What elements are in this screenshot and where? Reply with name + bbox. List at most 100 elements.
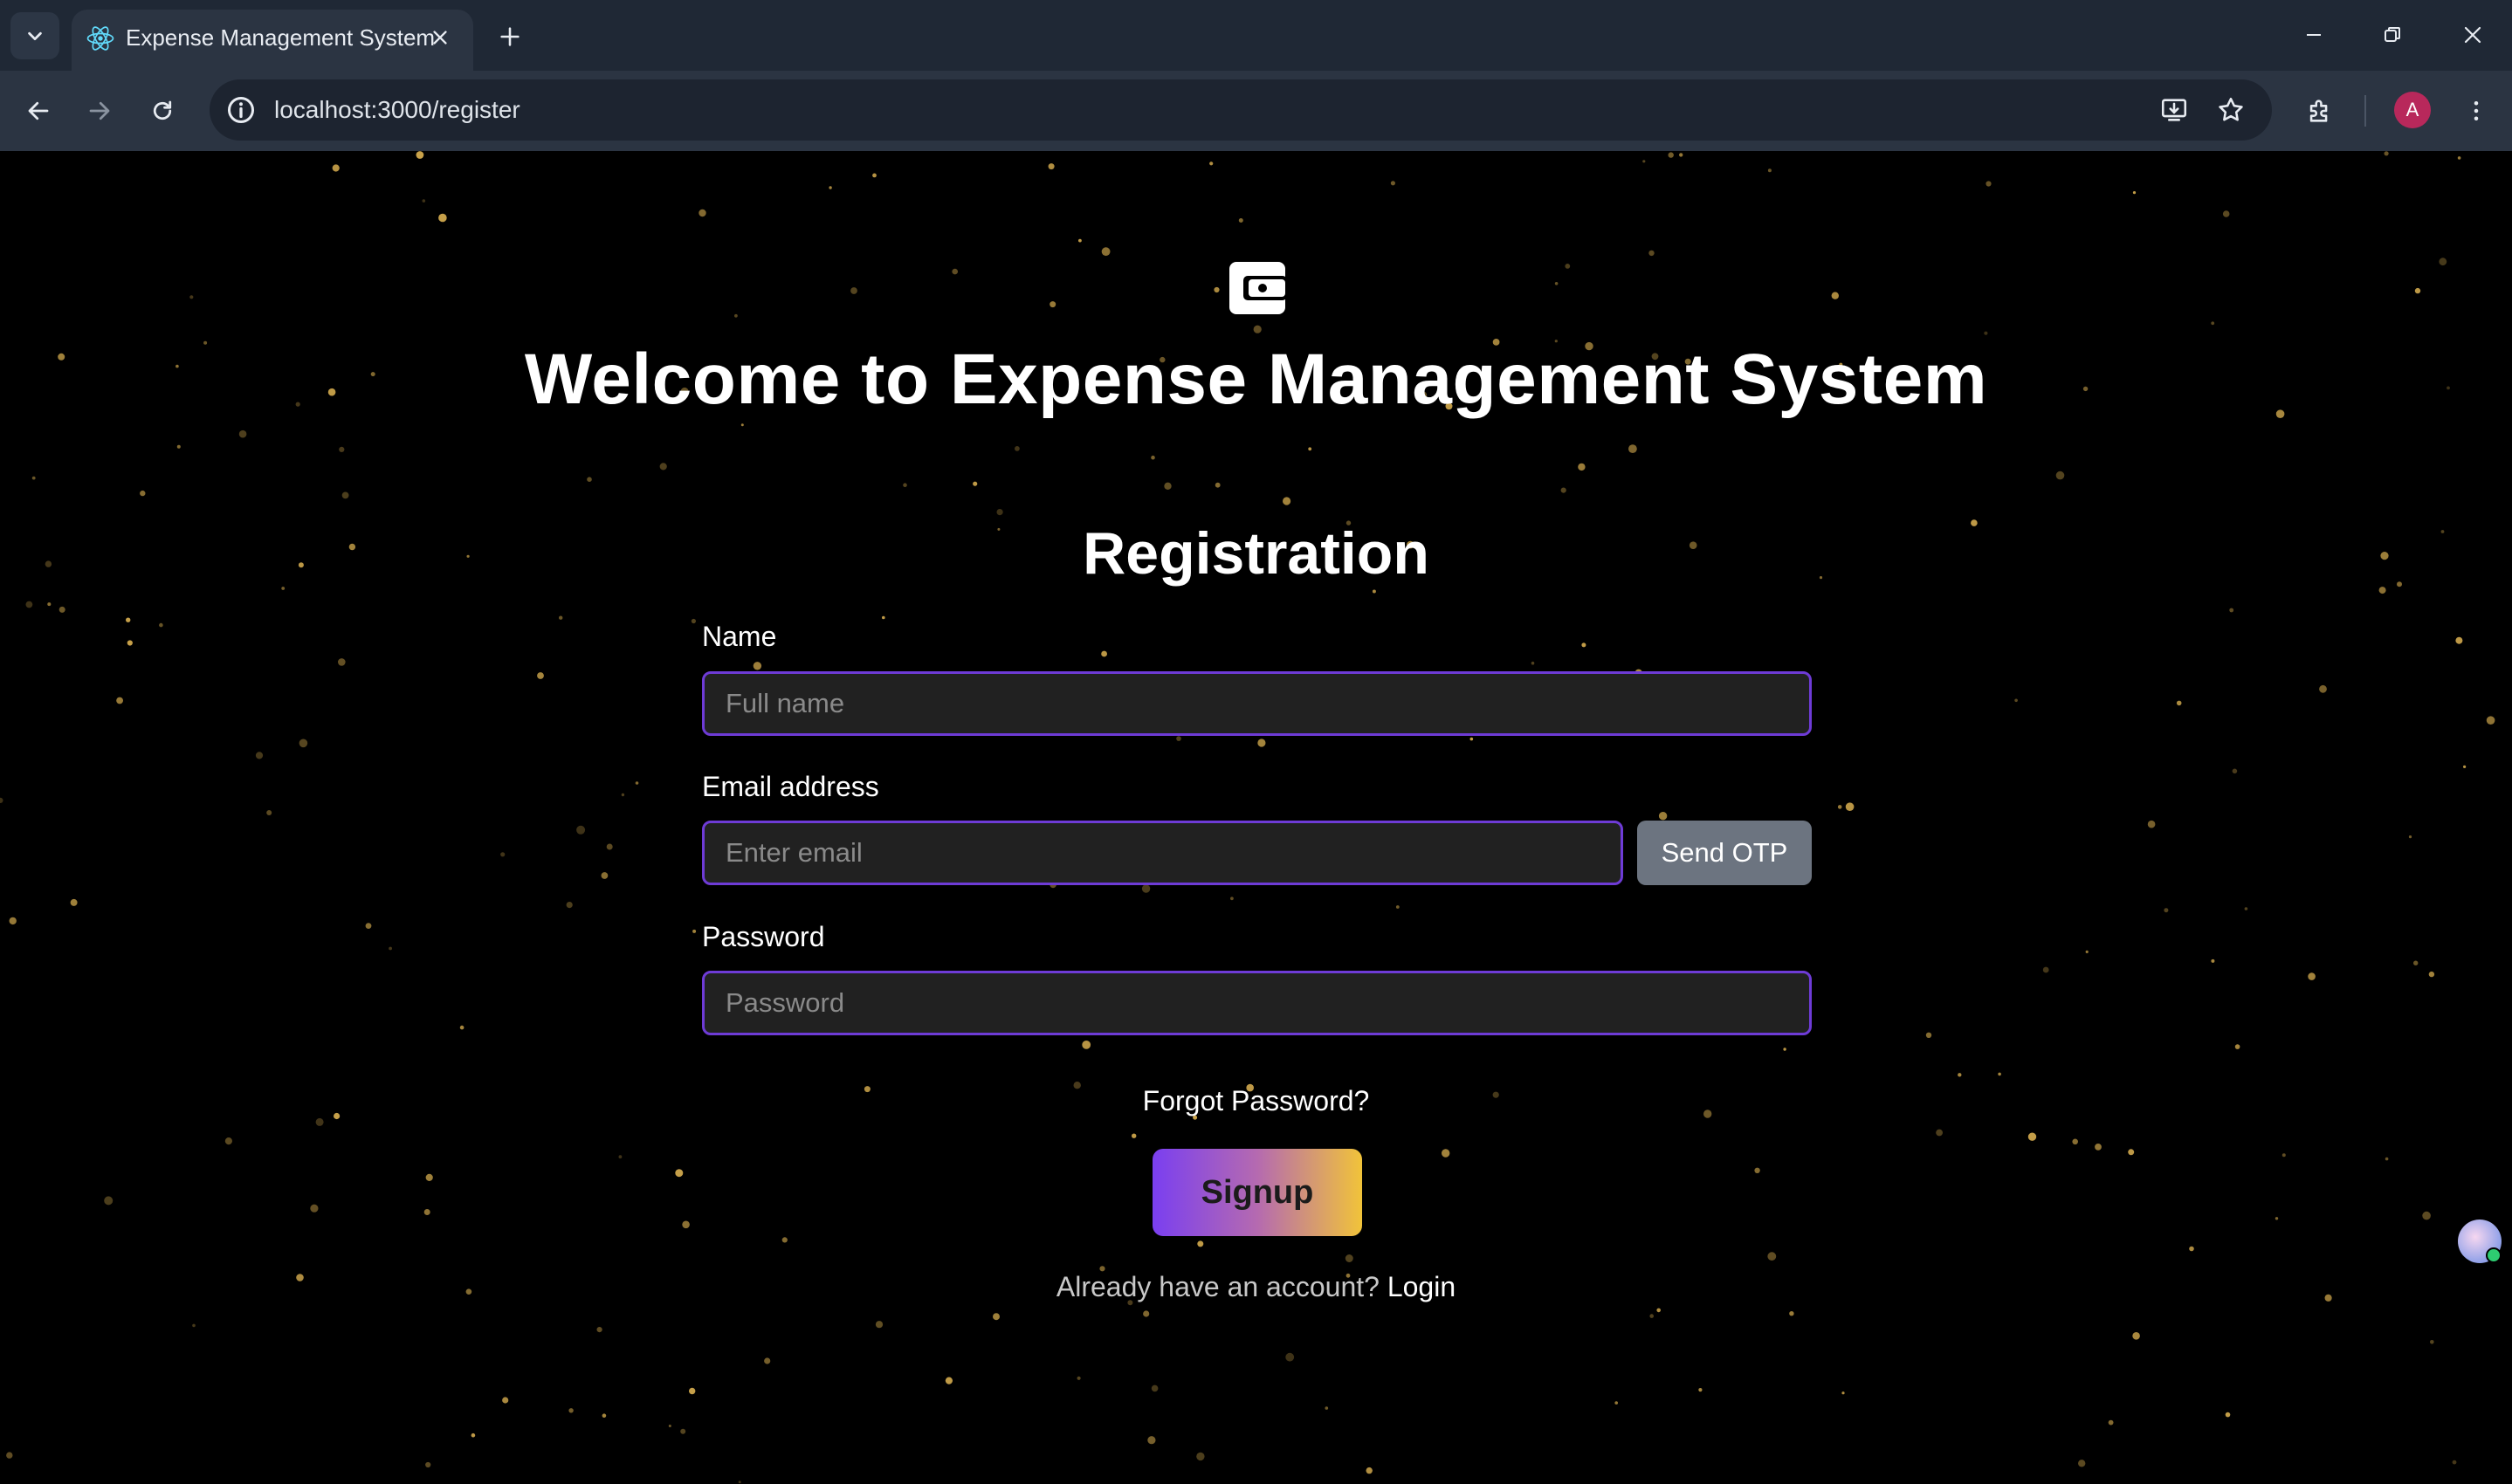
profile-avatar[interactable]: A — [2394, 92, 2431, 128]
send-otp-button[interactable]: Send OTP — [1637, 821, 1812, 885]
star-dot — [850, 287, 857, 294]
star-dot — [6, 1452, 13, 1459]
star-dot — [2176, 700, 2182, 706]
close-window-button[interactable] — [2447, 12, 2499, 58]
star-dot — [2211, 958, 2215, 963]
star-dot — [176, 444, 181, 449]
forgot-password-text[interactable]: Forgot Password? — [1143, 1085, 1370, 1116]
star-dot — [2319, 684, 2327, 693]
star-dot — [2132, 1332, 2140, 1340]
star-dot — [1958, 1073, 1962, 1077]
star-dot — [2385, 1157, 2389, 1161]
star-dot — [2384, 151, 2389, 156]
star-dot — [1642, 160, 1646, 163]
star-dot — [2132, 191, 2137, 195]
star-dot — [618, 1155, 623, 1159]
star-dot — [25, 601, 33, 608]
star-dot — [1077, 1376, 1081, 1380]
login-link[interactable]: Login — [1387, 1271, 1456, 1302]
star-dot — [2281, 1153, 2286, 1158]
chevron-down-icon — [28, 31, 42, 41]
star-dot — [341, 491, 349, 499]
star-dot — [0, 797, 3, 803]
star-dot — [104, 1196, 114, 1206]
site-info-icon[interactable] — [225, 94, 257, 126]
star-dot — [2457, 156, 2461, 160]
star-dot — [973, 481, 978, 486]
star-dot — [2428, 971, 2435, 978]
star-dot — [875, 1321, 884, 1329]
star-dot — [1578, 463, 1586, 471]
assistant-bubble-icon[interactable] — [2458, 1219, 2502, 1263]
forward-button[interactable] — [79, 90, 120, 132]
signup-button[interactable]: Signup — [1153, 1149, 1362, 1236]
star-dot — [425, 1461, 431, 1468]
install-app-button[interactable] — [2157, 93, 2192, 127]
browser-tab-bar: Expense Management System — [0, 0, 2512, 71]
star-dot — [740, 423, 744, 427]
star-dot — [829, 186, 832, 189]
name-input[interactable] — [702, 671, 1812, 736]
new-tab-button[interactable] — [491, 17, 529, 56]
star-dot — [2414, 287, 2421, 294]
star-dot — [1101, 650, 1107, 657]
star-dot — [1164, 482, 1172, 490]
browser-menu-button[interactable] — [2455, 90, 2497, 132]
star-dot — [1614, 1401, 1618, 1405]
bookmark-button[interactable] — [2213, 93, 2248, 127]
email-input[interactable] — [702, 821, 1623, 885]
star-dot — [389, 946, 392, 951]
registration-title: Registration — [1083, 520, 1429, 587]
tab-close-button[interactable] — [424, 22, 456, 53]
star-dot — [691, 618, 697, 624]
star-dot — [2189, 1246, 2194, 1252]
star-dot — [1754, 1167, 1760, 1174]
star-dot — [9, 917, 17, 925]
star-dot — [502, 1397, 509, 1404]
star-dot — [1531, 661, 1535, 665]
minimize-icon — [2307, 34, 2321, 36]
restore-button[interactable] — [2366, 12, 2419, 58]
star-dot — [2078, 1460, 2086, 1467]
star-dot — [1253, 325, 1262, 333]
star-dot — [1648, 250, 1655, 257]
star-dot — [2042, 966, 2049, 973]
star-dot — [587, 477, 592, 482]
star-dot — [1984, 331, 1988, 335]
url-text[interactable]: localhost:3000/register — [274, 96, 520, 124]
back-button[interactable] — [17, 90, 59, 132]
star-dot — [1395, 905, 1400, 909]
star-dot — [1196, 1452, 1205, 1461]
star-dot — [1214, 286, 1220, 293]
star-dot — [140, 490, 146, 497]
extensions-button[interactable] — [2299, 90, 2341, 132]
star-dot — [1151, 455, 1155, 460]
forgot-password-link[interactable]: Forgot Password? — [0, 1085, 2512, 1117]
browser-tab[interactable]: Expense Management System — [72, 10, 473, 71]
star-dot — [2275, 1217, 2279, 1220]
star-dot — [2452, 1460, 2457, 1465]
star-dot — [1831, 292, 1839, 299]
star-dot — [1679, 153, 1683, 157]
password-label: Password — [702, 921, 825, 952]
star-dot — [576, 825, 586, 835]
star-dot — [1925, 1032, 1932, 1038]
star-dot — [738, 1481, 741, 1484]
star-dot — [2108, 1419, 2114, 1426]
address-bar[interactable]: localhost:3000/register — [210, 79, 2272, 141]
star-dot — [192, 1323, 196, 1328]
star-dot — [58, 606, 65, 613]
star-dot — [1649, 1314, 1654, 1318]
star-dot — [675, 1169, 684, 1178]
star-dot — [423, 1209, 430, 1215]
star-dot — [1390, 181, 1395, 186]
star-dot — [993, 1313, 1000, 1321]
star-dot — [2408, 835, 2412, 839]
star-dot — [606, 843, 613, 850]
minimize-button[interactable] — [2288, 12, 2340, 58]
reload-button[interactable] — [141, 90, 183, 132]
star-dot — [1372, 589, 1376, 594]
star-dot — [1442, 1149, 1450, 1158]
tab-search-button[interactable] — [10, 12, 59, 59]
password-input[interactable] — [702, 971, 1812, 1035]
